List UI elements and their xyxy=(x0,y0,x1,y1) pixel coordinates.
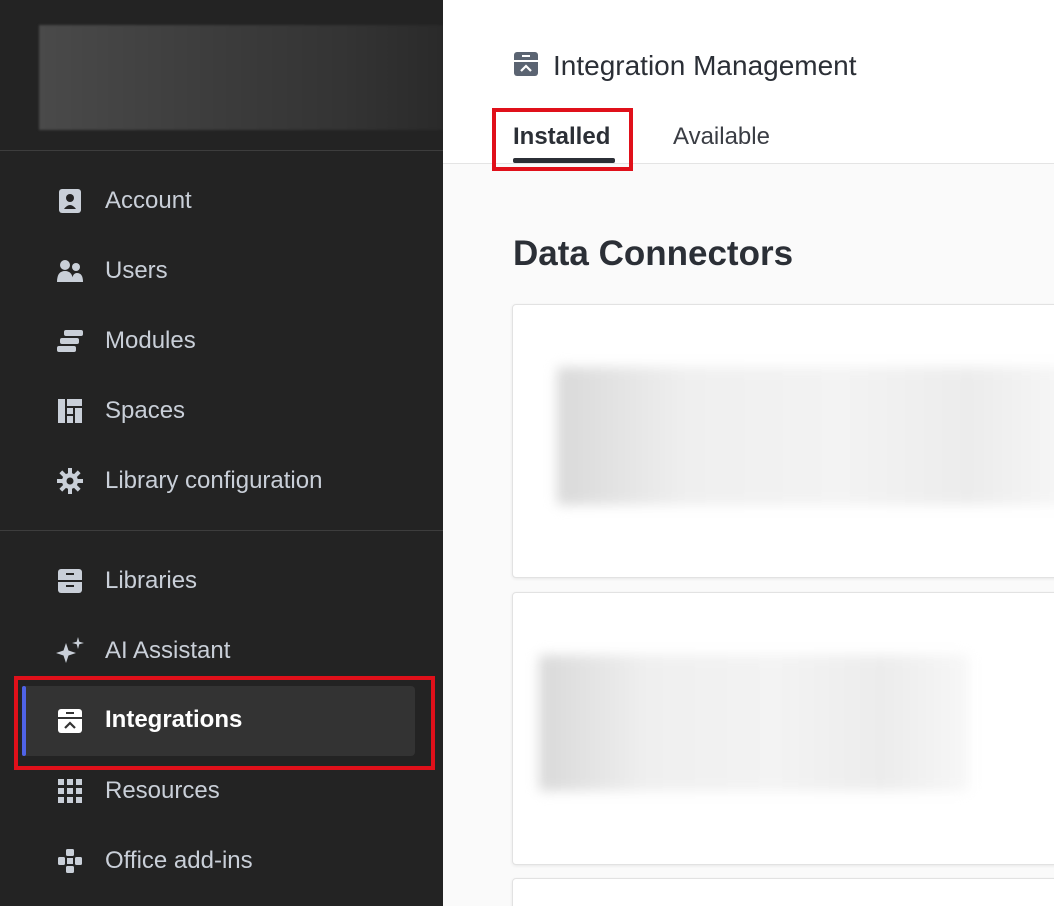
spaces-icon xyxy=(55,396,85,426)
active-tab-underline xyxy=(513,158,615,163)
modules-icon xyxy=(55,326,85,356)
integrations-icon xyxy=(55,706,85,736)
sidebar-item-modules[interactable]: Modules xyxy=(0,311,443,371)
users-icon xyxy=(55,256,85,286)
sidebar-item-office-add-ins[interactable]: Office add-ins xyxy=(0,831,443,891)
sidebar-item-label: AI Assistant xyxy=(105,637,231,664)
sidebar-item-label: Libraries xyxy=(105,567,198,594)
sidebar-item-label: Library configuration xyxy=(105,467,323,494)
main-content: Integration Management Installed Availab… xyxy=(443,0,1054,906)
sidebar-divider xyxy=(0,530,443,531)
sidebar-item-libraries[interactable]: Libraries xyxy=(0,551,443,611)
sparkle-icon xyxy=(55,636,85,666)
blurred-content xyxy=(539,655,969,791)
sidebar-item-label: Resources xyxy=(105,777,220,804)
blurred-content xyxy=(557,367,1054,505)
sidebar-item-spaces[interactable]: Spaces xyxy=(0,381,443,441)
sidebar-item-label: Integrations xyxy=(105,706,243,733)
active-item-indicator xyxy=(22,686,26,756)
sidebar-item-label: Spaces xyxy=(105,397,186,424)
sidebar: Account Users Modules Spaces Library con… xyxy=(0,0,443,906)
resources-icon xyxy=(55,776,85,806)
brand-logo-blurred xyxy=(39,25,443,130)
account-icon xyxy=(55,186,85,216)
connector-card[interactable] xyxy=(512,304,1054,578)
section-title: Data Connectors xyxy=(513,234,794,273)
sidebar-divider xyxy=(0,150,443,151)
integration-management-icon xyxy=(513,51,539,82)
page-header: Integration Management Installed Availab… xyxy=(443,0,1054,164)
page-title: Integration Management xyxy=(553,50,857,81)
tab-available[interactable]: Available xyxy=(673,123,770,151)
sidebar-item-label: Account xyxy=(105,187,192,214)
gear-icon xyxy=(55,466,85,496)
libraries-icon xyxy=(55,566,85,596)
sidebar-item-library-configuration[interactable]: Library configuration xyxy=(0,451,443,511)
sidebar-item-users[interactable]: Users xyxy=(0,241,443,301)
sidebar-item-label: Office add-ins xyxy=(105,847,253,874)
sidebar-item-resources[interactable]: Resources xyxy=(0,761,443,821)
tab-installed[interactable]: Installed xyxy=(513,123,610,151)
sidebar-item-label: Modules xyxy=(105,327,196,354)
office-addins-icon xyxy=(55,846,85,876)
sidebar-item-label: Users xyxy=(105,257,168,284)
sidebar-item-account[interactable]: Account xyxy=(0,171,443,231)
page-title-wrap: Integration Management xyxy=(513,50,857,82)
connector-card[interactable] xyxy=(512,878,1054,906)
sidebar-item-ai-assistant[interactable]: AI Assistant xyxy=(0,621,443,681)
connector-card[interactable] xyxy=(512,592,1054,865)
sidebar-item-integrations[interactable]: Integrations xyxy=(0,686,443,766)
